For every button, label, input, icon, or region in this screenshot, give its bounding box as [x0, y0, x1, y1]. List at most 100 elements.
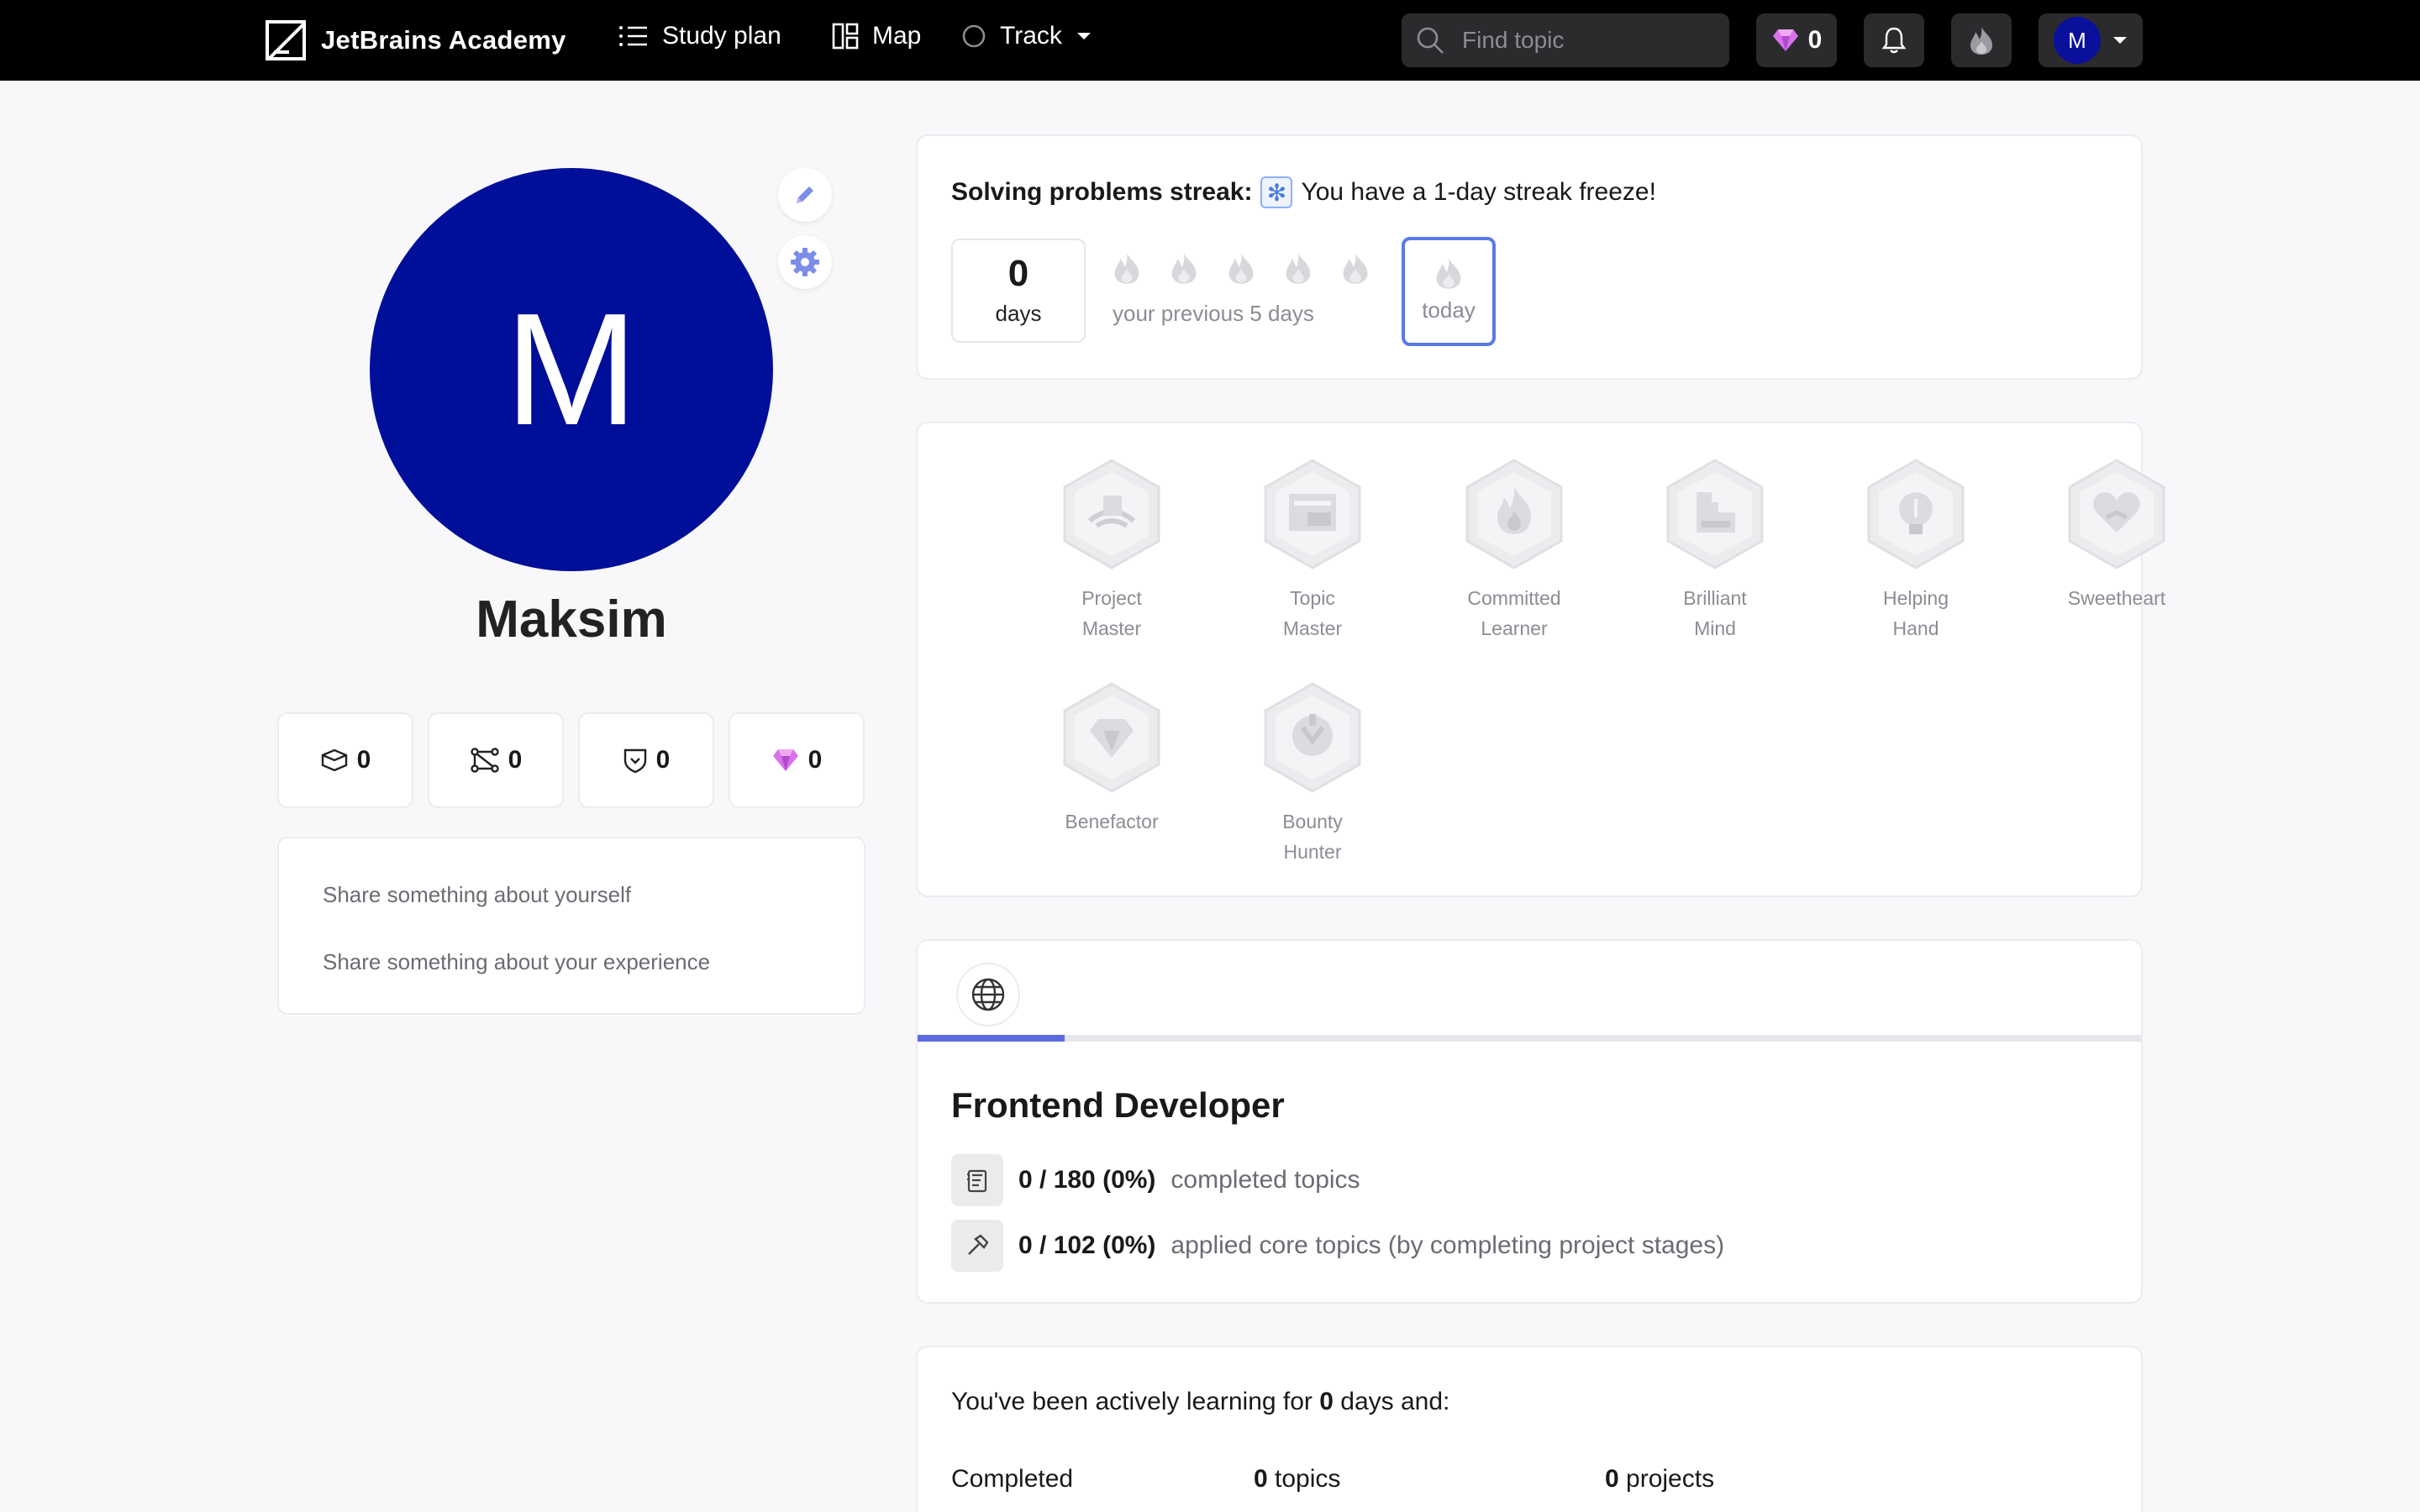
edit-profile-button[interactable] — [778, 168, 832, 222]
track-tab[interactable] — [956, 963, 1020, 1026]
badge-label: Committed Learner — [1467, 587, 1561, 639]
track-progress-track — [918, 1035, 2141, 1042]
completed-topics-summary: 0 topics — [1254, 1465, 1341, 1493]
badge-bounty-hunter[interactable]: Bounty Hunter — [1228, 680, 1397, 867]
streak-days-value: 0 — [1007, 253, 1029, 294]
streak-days-box: 0 days — [951, 239, 1086, 343]
completed-label: Completed — [951, 1465, 1074, 1493]
track-circle-icon — [962, 24, 986, 48]
globe-icon — [971, 978, 1005, 1011]
about-yourself-field[interactable]: Share something about yourself — [323, 882, 631, 908]
search-icon — [1417, 27, 1444, 54]
stat-projects[interactable]: 0 — [277, 712, 413, 808]
gem-icon — [772, 749, 798, 771]
nav-track-dropdown[interactable]: Track — [961, 22, 1092, 50]
topics-graph-icon — [470, 748, 499, 773]
streak-freeze-text: You have a 1-day streak freeze! — [1301, 178, 1656, 206]
chevron-down-icon — [2113, 37, 2127, 44]
badge-helping-hand[interactable]: Helping Hand — [1832, 457, 2000, 643]
applied-topics-value: 0 / 102 (0%) — [1018, 1231, 1156, 1259]
nav-study-plan[interactable]: Study plan — [618, 22, 781, 50]
track-card: Frontend Developer 0 / 180 (0%) complete… — [916, 939, 2143, 1304]
logo[interactable]: JetBrains Academy — [266, 20, 566, 60]
user-menu-button[interactable]: M — [2039, 13, 2143, 67]
learning-summary-card: You've been actively learning for 0 days… — [916, 1346, 2143, 1512]
streak-card: Solving problems streak: ✻ You have a 1-… — [916, 134, 2143, 380]
nav-track-label: Track — [1000, 22, 1062, 50]
profile-name: Maksim — [476, 591, 667, 648]
bounty-hunter-badge-icon — [1264, 682, 1361, 793]
topic-master-badge-icon — [1264, 459, 1361, 570]
flame-icon — [1171, 252, 1197, 284]
applied-topics-row: 0 / 102 (0%) applied core topics (by com… — [951, 1220, 1724, 1272]
streak-today-box: today — [1402, 237, 1496, 346]
jetbrains-logo-icon — [266, 20, 306, 60]
project-icon — [321, 748, 347, 772]
committed-learner-badge-icon — [1465, 459, 1563, 570]
about-experience-field[interactable]: Share something about your experience — [323, 949, 710, 975]
stat-gems-value: 0 — [808, 746, 823, 774]
badge-committed-learner[interactable]: Committed Learner — [1430, 457, 1598, 643]
completed-topics-row: 0 / 180 (0%) completed topics — [951, 1154, 1360, 1206]
streak-button[interactable] — [1951, 13, 2012, 67]
notifications-button[interactable] — [1864, 13, 1924, 67]
stat-badges-value: 0 — [655, 746, 671, 774]
completed-topics-text: completed topics — [1171, 1166, 1360, 1194]
chevron-down-icon — [1076, 33, 1091, 39]
applied-topics-text: applied core topics (by completing proje… — [1171, 1231, 1725, 1259]
learning-days-value: 0 — [1319, 1388, 1334, 1415]
stat-topics[interactable]: 0 — [428, 712, 564, 808]
track-progress-fill — [918, 1035, 1065, 1042]
badge-label: Bounty Hunter — [1282, 811, 1343, 863]
top-navigation-bar: JetBrains Academy Study plan Map Track F… — [0, 0, 2420, 81]
benefactor-badge-icon — [1063, 682, 1160, 793]
today-label: today — [1422, 297, 1476, 323]
previous-days-label: your previous 5 days — [1113, 301, 1314, 326]
flame-icon — [1286, 252, 1311, 284]
badge-label: Brilliant Mind — [1683, 587, 1747, 639]
hammer-icon — [951, 1220, 1003, 1272]
badge-benefactor[interactable]: Benefactor — [1028, 680, 1196, 837]
badge-label: Helping Hand — [1883, 587, 1949, 639]
pencil-icon — [797, 186, 813, 203]
search-input[interactable] — [1462, 27, 1714, 54]
nav-map[interactable]: Map — [832, 22, 921, 50]
stat-badges[interactable]: 0 — [578, 712, 714, 808]
flame-icon — [1436, 257, 1461, 289]
list-icon — [619, 26, 647, 46]
flame-icon — [1970, 26, 1992, 55]
sweetheart-badge-icon — [2068, 459, 2165, 570]
badge-project-master[interactable]: Project Master — [1028, 457, 1196, 643]
snowflake-icon: ✻ — [1260, 176, 1293, 208]
stat-projects-value: 0 — [356, 746, 371, 774]
streak-title: Solving problems streak: — [951, 178, 1253, 206]
badge-sweetheart[interactable]: Sweetheart — [2033, 457, 2201, 613]
badge-label: Project Master — [1081, 587, 1142, 639]
badge-label: Topic Master — [1282, 587, 1343, 639]
learning-days-line: You've been actively learning for 0 days… — [951, 1388, 1450, 1415]
badge-topic-master[interactable]: Topic Master — [1228, 457, 1397, 643]
gems-count: 0 — [1807, 26, 1823, 54]
badge-label: Sweetheart — [2067, 587, 2166, 609]
about-card: Share something about yourself Share som… — [277, 837, 865, 1015]
map-icon — [832, 23, 859, 50]
flame-icon — [1228, 252, 1254, 284]
badge-label: Benefactor — [1065, 811, 1159, 832]
stat-gems[interactable]: 0 — [729, 712, 865, 808]
profile-avatar: M — [370, 168, 773, 571]
gems-button[interactable]: 0 — [1756, 13, 1837, 67]
gem-icon — [1772, 29, 1798, 51]
completed-projects-summary: 0 projects — [1605, 1465, 1715, 1493]
flame-icon — [1114, 252, 1139, 284]
project-master-badge-icon — [1063, 459, 1160, 570]
search-box[interactable] — [1402, 13, 1729, 67]
streak-days-label: days — [995, 301, 1042, 326]
badge-brilliant-mind[interactable]: Brilliant Mind — [1631, 457, 1799, 643]
bell-icon — [1881, 27, 1907, 54]
avatar: M — [2054, 17, 2101, 64]
settings-button[interactable] — [778, 235, 832, 289]
shield-icon — [623, 748, 646, 774]
completed-topics-value: 0 / 180 (0%) — [1018, 1166, 1156, 1194]
gear-icon — [791, 248, 819, 276]
nav-map-label: Map — [872, 22, 922, 50]
